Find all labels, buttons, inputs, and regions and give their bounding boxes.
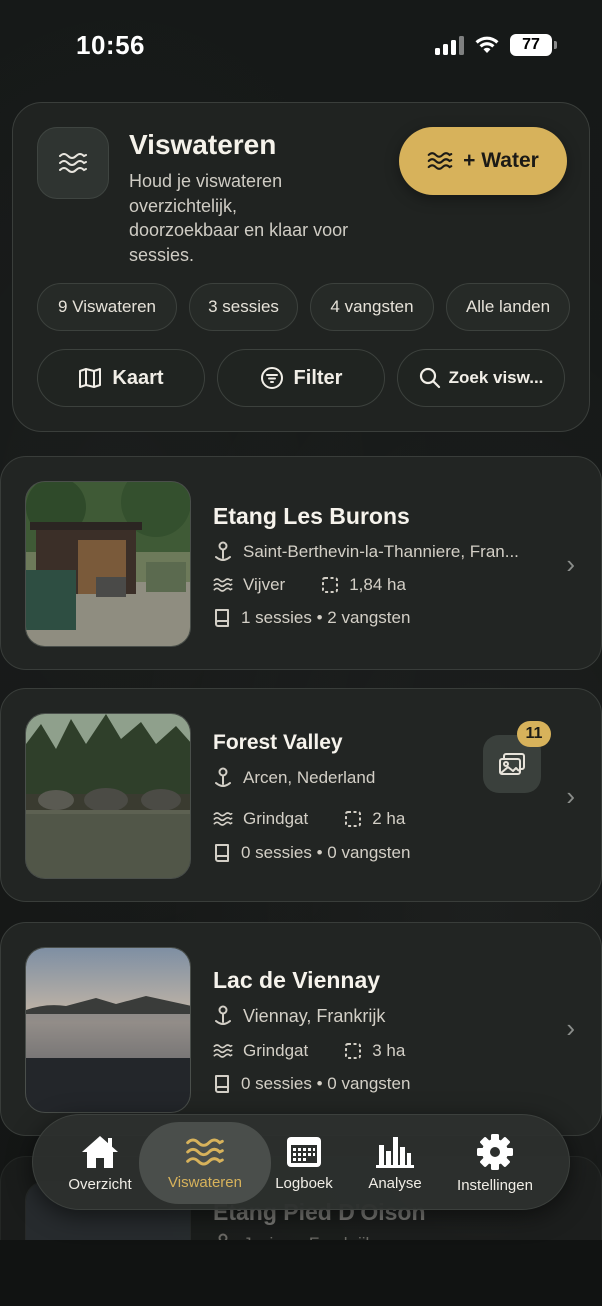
stats-text: 1 sessies • 2 vangsten (241, 608, 411, 627)
chevron-right-icon: › (566, 549, 575, 579)
water-meta: Vijver 1,84 ha (213, 575, 406, 595)
water-logbook-stats: 0 sessies • 0 vangsten (213, 1074, 410, 1094)
water-card[interactable]: Etang Les Burons Saint-Berthevin-la-Than… (0, 456, 602, 670)
waves-icon (186, 1138, 224, 1165)
tab-instellingen[interactable]: Instellingen (445, 1115, 545, 1211)
tab-label: Overzicht (68, 1175, 132, 1193)
search-field[interactable]: Zoek visw... (397, 349, 565, 407)
battery-indicator: 77 (510, 34, 557, 56)
tab-bar: Overzicht Viswateren Logboek Analyse Ins… (32, 1114, 570, 1210)
pin-icon (215, 767, 231, 787)
water-meta: Grindgat 3 ha (213, 1041, 405, 1061)
tab-overzicht[interactable]: Overzicht (55, 1115, 145, 1211)
add-water-button[interactable]: + Water (399, 127, 567, 195)
location-text: Saint-Berthevin-la-Thanniere, Fran... (243, 542, 519, 561)
water-location: Saint-Berthevin-la-Thanniere, Fran... (213, 541, 519, 563)
water-name: Etang Les Burons (213, 503, 410, 529)
chip-catches-count[interactable]: 4 vangsten (310, 283, 434, 331)
chip-country-filter[interactable]: Alle landen (446, 283, 570, 331)
water-logbook-stats: 0 sessies • 0 vangsten (213, 843, 410, 863)
area-icon (345, 1043, 362, 1059)
water-photo (25, 481, 191, 647)
tab-label: Instellingen (457, 1176, 533, 1194)
chip-sessions-count[interactable]: 3 sessies (189, 283, 298, 331)
water-size: 1,84 ha (349, 575, 406, 594)
book-icon (215, 844, 229, 862)
search-icon (419, 367, 440, 389)
chip-waters-count[interactable]: 9 Viswateren (37, 283, 177, 331)
chevron-right-icon: › (566, 1013, 575, 1043)
water-type: Grindgat (243, 809, 309, 828)
waves-icon (427, 152, 453, 170)
header-card: Viswateren Houd je viswateren overzichte… (12, 102, 590, 432)
water-name: Forest Valley (213, 731, 343, 754)
map-label: Kaart (112, 366, 164, 389)
pin-icon (215, 1005, 231, 1025)
book-icon (215, 1075, 229, 1093)
search-placeholder: Zoek visw... (448, 368, 544, 387)
water-location: Arcen, Nederland (213, 767, 375, 789)
gear-icon (477, 1133, 513, 1170)
water-card[interactable]: Lac de Viennay Viennay, Frankrijk Grindg… (0, 922, 602, 1136)
water-size: 3 ha (372, 1041, 406, 1060)
tab-label: Analyse (368, 1174, 422, 1192)
book-icon (215, 609, 229, 627)
stats-text: 0 sessies • 0 vangsten (241, 1074, 411, 1093)
stats-chips: 9 Viswateren 3 sessies 4 vangsten Alle l… (37, 283, 571, 331)
chevron-right-icon: › (566, 781, 575, 811)
page-subtitle: Houd je viswateren overzichtelijk, doorz… (129, 171, 349, 265)
water-location: Viennay, Frankrijk (213, 1005, 385, 1027)
home-icon (82, 1135, 118, 1168)
calendar-icon (287, 1136, 321, 1167)
waves-icon (213, 578, 233, 592)
status-bar: 10:56 77 (0, 0, 602, 90)
tab-analyse[interactable]: Analyse (355, 1115, 435, 1211)
waves-icon (213, 812, 233, 826)
water-photo (25, 713, 191, 879)
status-time: 10:56 (76, 30, 145, 60)
pin-icon (215, 541, 231, 561)
action-row: Kaart Filter Zoek visw... (37, 349, 567, 407)
waves-icon (37, 127, 109, 199)
water-name: Lac de Viennay (213, 967, 381, 993)
location-text: Viennay, Frankrijk (243, 1005, 386, 1026)
water-type: Grindgat (243, 1041, 309, 1060)
tab-viswateren[interactable]: Viswateren (139, 1122, 271, 1204)
photos-button[interactable]: 11 (483, 721, 551, 793)
cellular-signal-icon (435, 35, 464, 55)
map-icon (79, 368, 102, 388)
page-title: Viswateren (129, 129, 277, 160)
area-icon (345, 811, 362, 827)
water-type: Vijver (243, 575, 286, 594)
wifi-icon (475, 36, 499, 53)
area-icon (322, 577, 339, 593)
tab-label: Logboek (275, 1174, 333, 1192)
status-indicators: 77 (435, 34, 557, 56)
waves-icon (213, 1044, 233, 1058)
add-water-label: + Water (463, 149, 539, 172)
filter-icon (260, 367, 283, 389)
water-size: 2 ha (372, 809, 406, 828)
stats-text: 0 sessies • 0 vangsten (241, 843, 411, 862)
tab-logboek[interactable]: Logboek (265, 1115, 343, 1211)
water-logbook-stats: 1 sessies • 2 vangsten (213, 608, 410, 628)
photo-count-badge: 11 (517, 721, 551, 747)
filter-button[interactable]: Filter (217, 349, 385, 407)
photos-icon (499, 753, 525, 775)
water-meta: Grindgat 2 ha (213, 809, 405, 829)
water-card[interactable]: Forest Valley Arcen, Nederland Grindgat … (0, 688, 602, 902)
bottom-fade (0, 1240, 602, 1306)
map-button[interactable]: Kaart (37, 349, 205, 407)
bar-chart-icon (376, 1136, 414, 1168)
water-photo (25, 947, 191, 1113)
filter-label: Filter (293, 366, 343, 389)
tab-label: Viswateren (168, 1173, 242, 1191)
location-text: Arcen, Nederland (243, 768, 376, 787)
